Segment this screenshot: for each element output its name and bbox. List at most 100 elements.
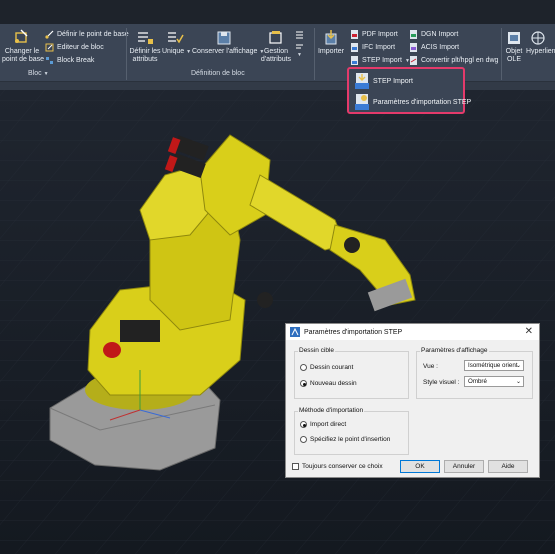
dgn-import-button[interactable]: DGN Import — [409, 30, 458, 39]
define-attributes-icon — [138, 32, 153, 44]
block-break-icon — [45, 56, 54, 65]
manage-attributes-label-2: d'attributs — [260, 56, 292, 63]
manage-attributes-icon — [269, 31, 282, 44]
globe-icon — [531, 31, 545, 45]
definition-panel-title: Définition de bloc — [191, 70, 245, 77]
step-import-label: STEP Import — [362, 57, 402, 64]
save-display-button[interactable]: Conserver l'affichage ▼ — [192, 30, 264, 56]
define-base-point-button[interactable]: Définir le point de base — [45, 30, 129, 39]
ok-button-label: OK — [415, 463, 425, 470]
help-button-label: Aide — [501, 463, 515, 470]
step-import-settings-dialog: Paramètres d'importation STEP ✕ Dessin c… — [285, 323, 540, 478]
pdf-icon — [350, 30, 359, 39]
convert-plt-button[interactable]: Convertir plt/hpgl en dwg — [409, 56, 498, 65]
ole-icon — [508, 32, 520, 44]
step-import-dropdown: STEP Import Paramètres d'importation STE… — [347, 67, 471, 114]
import-button[interactable]: Importer — [315, 30, 347, 56]
convert-plt-label: Convertir plt/hpgl en dwg — [421, 57, 499, 64]
specify-point-radio[interactable]: Spécifiez le point d'insertion — [300, 436, 390, 443]
specify-point-label: Spécifiez le point d'insertion — [310, 436, 391, 443]
visual-style-select[interactable]: Ombré ⌄ — [464, 376, 524, 387]
app-icon — [290, 327, 300, 337]
step-icon — [350, 56, 359, 65]
new-drawing-radio[interactable]: Nouveau dessin — [300, 380, 357, 387]
save-display-icon — [217, 31, 231, 45]
current-drawing-label: Dessin courant — [310, 364, 354, 371]
cancel-button[interactable]: Annuler — [444, 460, 484, 473]
attribute-tools[interactable]: ▼ — [295, 30, 304, 58]
change-base-label-2: point de base — [2, 56, 45, 63]
close-icon[interactable]: ✕ — [525, 326, 533, 337]
block-break-label: Block Break — [57, 57, 95, 64]
ole-object-button[interactable]: Objet OLE — [503, 30, 525, 64]
step-import-button[interactable]: STEP Import ▼ — [350, 56, 410, 65]
dialog-title-bar: Paramètres d'importation STEP ✕ — [286, 324, 539, 340]
manage-attributes-label-1: Gestion — [263, 48, 289, 55]
hyperlink-label: Hyperlien — [526, 48, 555, 55]
target-drawing-group-label: Dessin cible — [298, 347, 336, 354]
step-import-menu-label: STEP Import — [373, 77, 413, 85]
pdf-import-button[interactable]: PDF Import — [350, 30, 398, 39]
unique-label: Unique — [162, 48, 185, 55]
ifc-import-label: IFC Import — [362, 44, 396, 51]
define-attributes-button[interactable]: Définir les attributs — [127, 30, 163, 64]
step-import-menu-item[interactable]: STEP Import — [355, 73, 413, 89]
definition-panel-title-label: Définition de bloc — [191, 70, 245, 77]
import-method-group-label: Méthode d'importation — [298, 407, 365, 414]
block-editor-icon — [45, 43, 54, 52]
bloc-panel-title[interactable]: Bloc ▼ — [28, 70, 49, 77]
dgn-import-label: DGN Import — [421, 31, 459, 38]
radio-icon — [300, 436, 307, 443]
help-button[interactable]: Aide — [488, 460, 528, 473]
step-import-icon — [355, 73, 369, 89]
divider — [501, 28, 502, 80]
always-keep-label: Toujours conserver ce choix — [302, 463, 383, 470]
current-drawing-radio[interactable]: Dessin courant — [300, 364, 353, 371]
display-settings-group-label: Paramètres d'affichage — [420, 347, 489, 354]
list-icon — [296, 31, 303, 39]
convert-icon — [409, 56, 418, 65]
save-display-label: Conserver l'affichage — [192, 48, 258, 55]
manage-attributes-button[interactable]: Gestion d'attributs — [258, 30, 294, 64]
step-params-menu-label: Paramètres d'importation STEP — [373, 98, 472, 106]
chevron-down-icon: ▼ — [186, 49, 192, 55]
import-icon — [325, 30, 337, 45]
block-editor-button[interactable]: Editeur de bloc — [45, 43, 104, 52]
radio-icon — [300, 364, 307, 371]
ole-label-1: Objet — [505, 48, 523, 55]
chevron-down-icon: ⌄ — [515, 363, 521, 369]
ole-label-2: OLE — [506, 56, 521, 63]
change-base-button[interactable]: Changer le point de base — [2, 28, 45, 64]
direct-import-radio[interactable]: Import direct — [300, 421, 346, 428]
title-bar — [0, 0, 555, 24]
block-break-button[interactable]: Block Break — [45, 56, 94, 65]
view-select[interactable]: Isométrique orient ⌄ — [464, 360, 524, 371]
pdf-import-label: PDF Import — [362, 31, 398, 38]
radio-selected-icon — [300, 380, 307, 387]
bloc-panel-title-label: Bloc — [28, 70, 42, 77]
acis-icon — [409, 43, 418, 52]
view-label: Vue : — [423, 363, 438, 370]
always-keep-checkbox[interactable]: Toujours conserver ce choix — [292, 463, 383, 470]
ok-button[interactable]: OK — [400, 460, 440, 473]
base-point-icon — [45, 30, 54, 39]
step-settings-icon — [355, 94, 369, 110]
chevron-down-icon: ▼ — [297, 52, 302, 58]
ribbon-footer — [0, 82, 555, 90]
acis-import-button[interactable]: ACIS Import — [409, 43, 459, 52]
cancel-button-label: Annuler — [452, 463, 476, 470]
dialog-title: Paramètres d'importation STEP — [304, 328, 403, 336]
unique-button[interactable]: Unique ▼ — [162, 30, 192, 56]
sync-icon — [296, 44, 303, 49]
direct-import-label: Import direct — [310, 421, 347, 428]
change-base-icon — [15, 29, 28, 43]
radio-selected-icon — [300, 421, 307, 428]
define-attributes-label-1: Définir les — [129, 48, 161, 55]
visual-style-select-value: Ombré — [468, 378, 487, 385]
hyperlink-button[interactable]: Hyperlien — [526, 30, 555, 56]
define-base-point-label: Définir le point de base — [57, 31, 129, 38]
3d-viewport[interactable] — [0, 90, 555, 554]
new-drawing-label: Nouveau dessin — [310, 380, 357, 387]
ifc-import-button[interactable]: IFC Import — [350, 43, 395, 52]
step-params-menu-item[interactable]: Paramètres d'importation STEP — [355, 94, 471, 110]
